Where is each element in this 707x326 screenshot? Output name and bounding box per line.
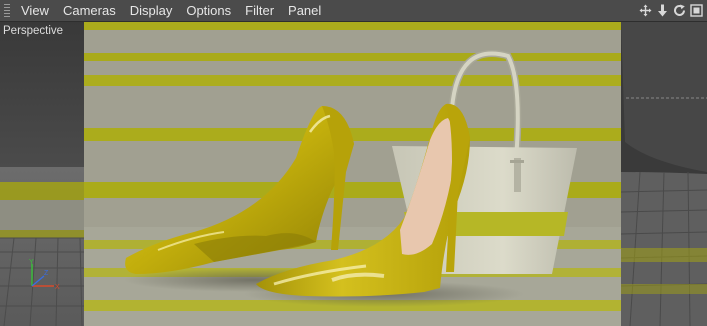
rotate-view-icon[interactable]	[673, 4, 686, 17]
menu-display[interactable]: Display	[123, 0, 180, 21]
svg-text:Y: Y	[29, 259, 34, 266]
cinema4d-viewport-panel: View Cameras Display Options Filter Pane…	[0, 0, 707, 326]
viewport-menubar: View Cameras Display Options Filter Pane…	[0, 0, 707, 22]
world-axis-gizmo-icon: Y X Z	[29, 259, 60, 291]
viewport-camera-label: Perspective	[3, 25, 64, 37]
menu-view[interactable]: View	[14, 0, 56, 21]
maximize-view-icon[interactable]	[690, 4, 703, 17]
view-navigation-icons	[639, 0, 703, 21]
move-view-icon[interactable]	[639, 4, 652, 17]
menu-panel[interactable]: Panel	[281, 0, 328, 21]
svg-text:X: X	[55, 284, 60, 291]
panel-grip-handle[interactable]	[4, 4, 10, 17]
render-image	[84, 22, 621, 326]
perspective-viewport[interactable]: Y X Z Perspective	[0, 22, 707, 326]
dolly-view-icon[interactable]	[656, 4, 669, 17]
render-region	[84, 22, 621, 326]
svg-text:Z: Z	[44, 270, 49, 277]
menu-options[interactable]: Options	[179, 0, 238, 21]
menu-filter[interactable]: Filter	[238, 0, 281, 21]
menu-cameras[interactable]: Cameras	[56, 0, 123, 21]
